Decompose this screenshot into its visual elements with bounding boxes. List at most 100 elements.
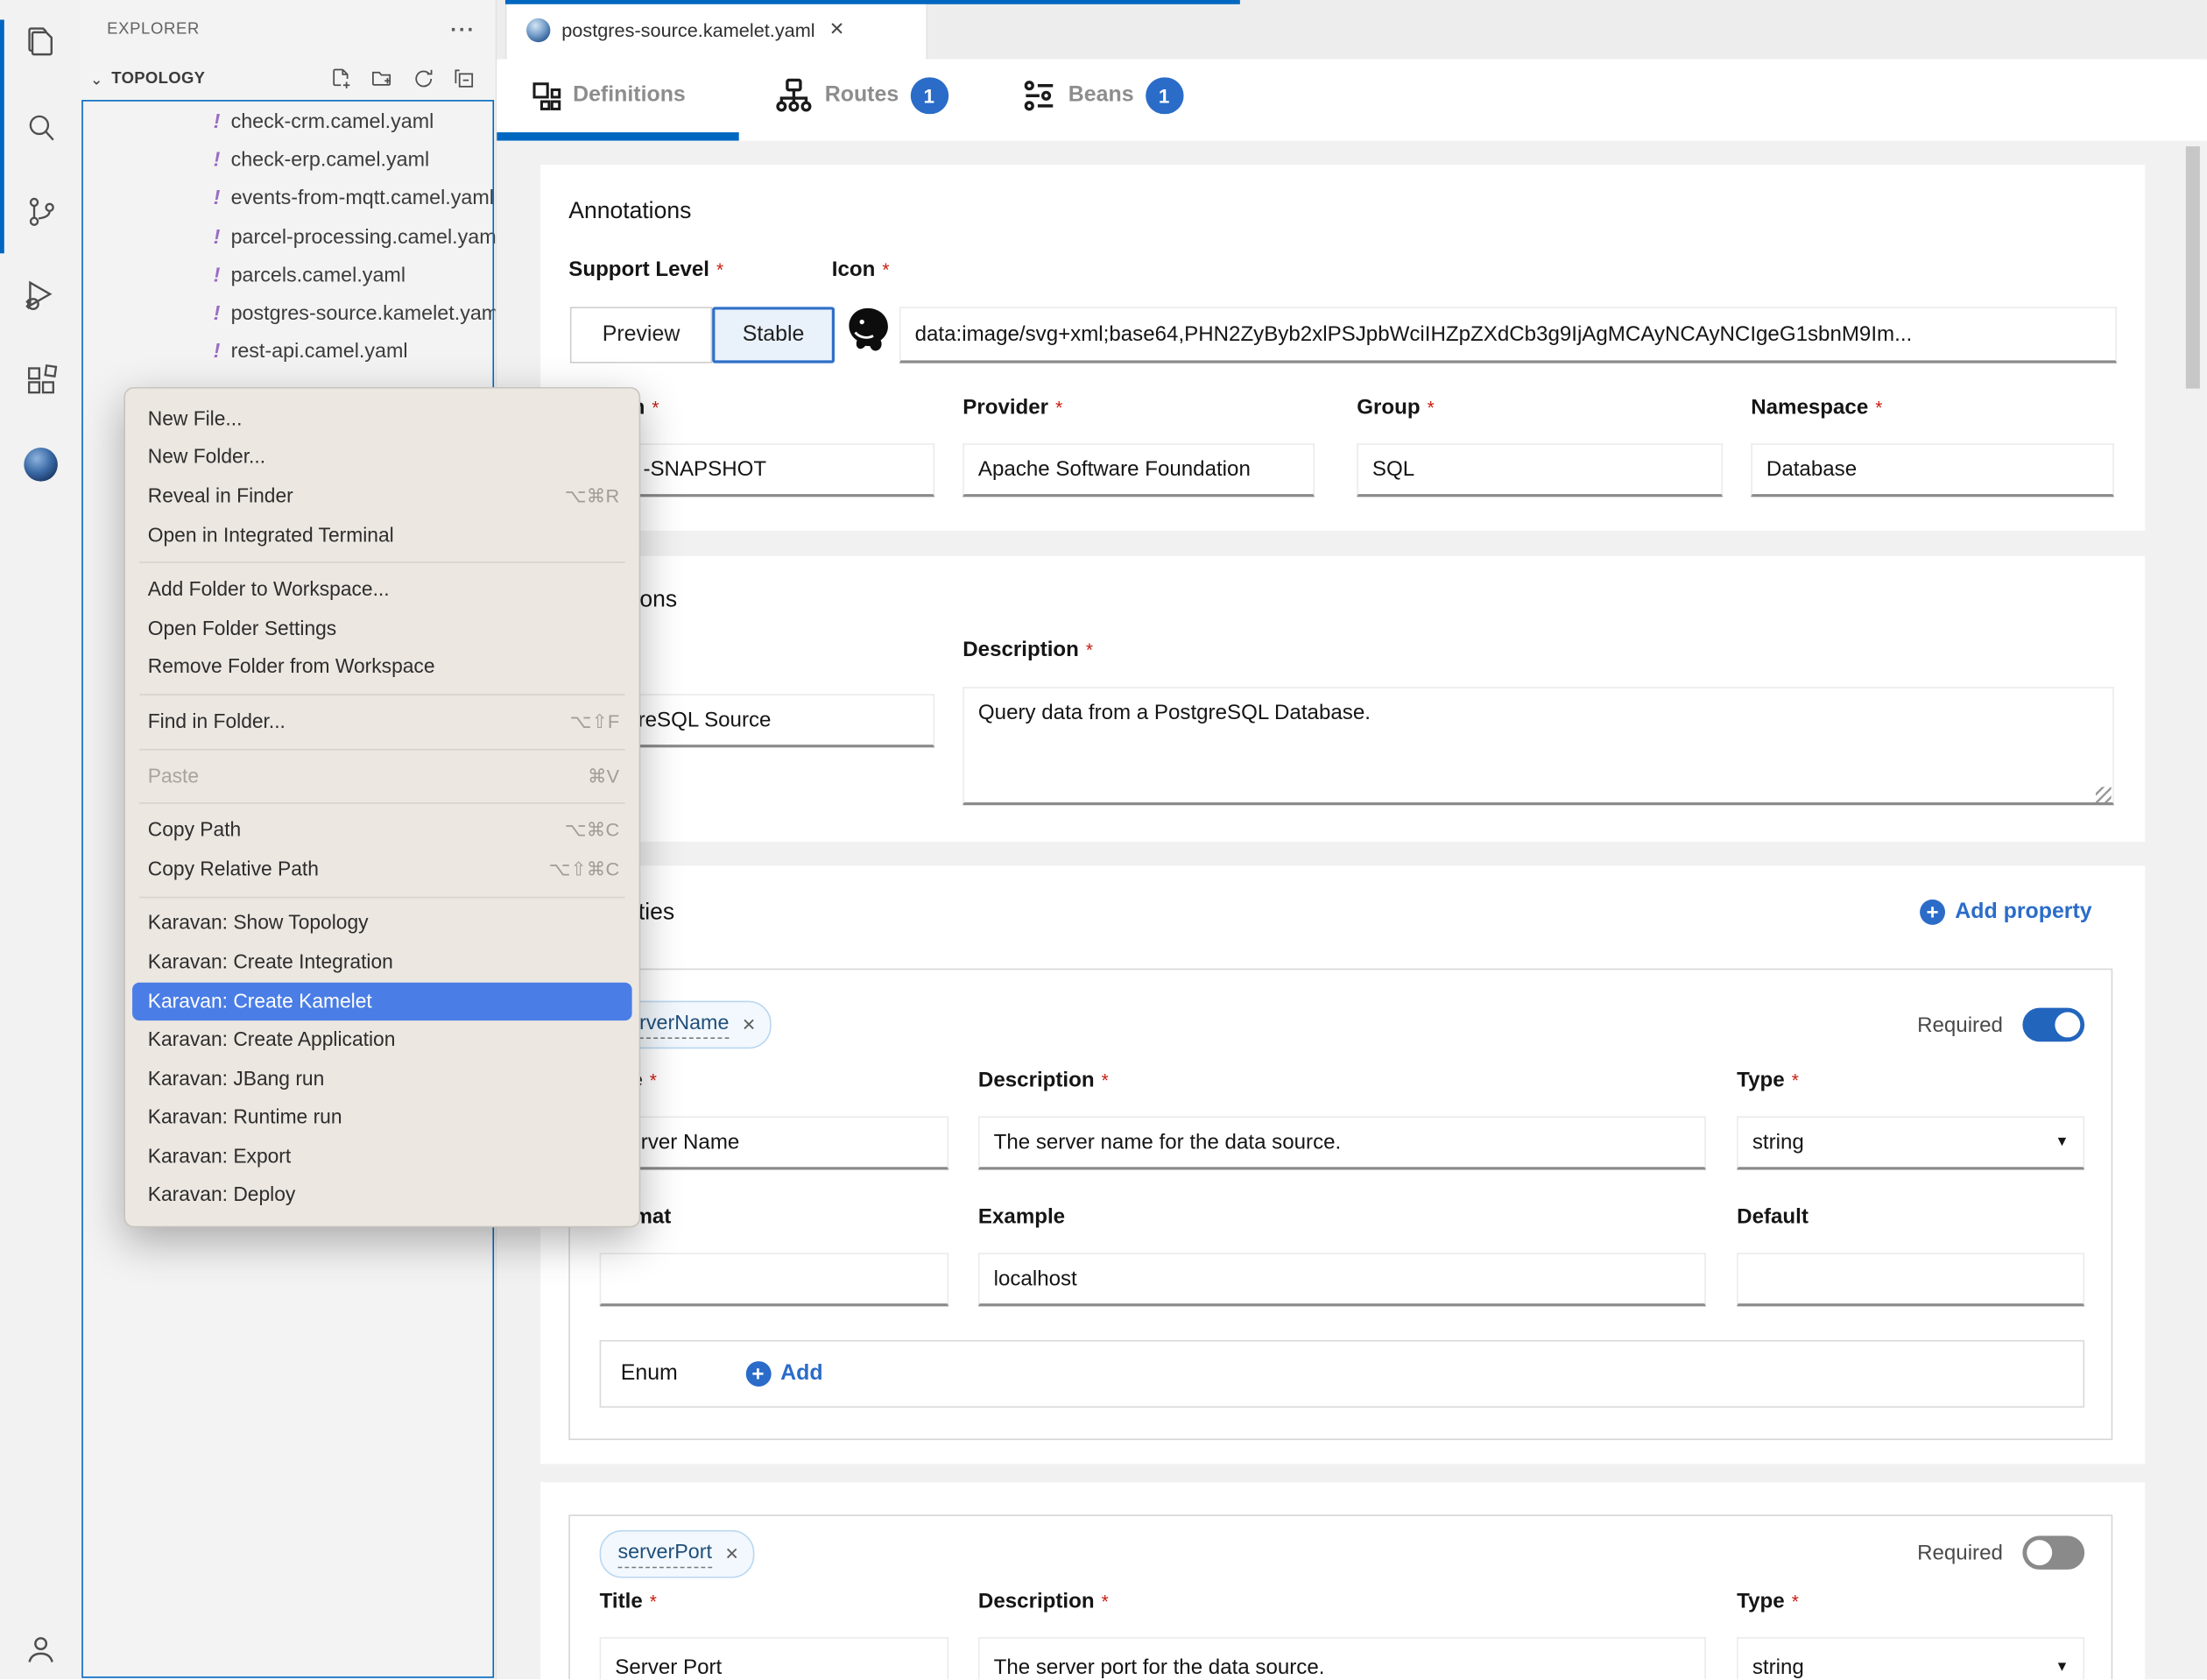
definitions-icon <box>532 81 561 110</box>
collapse-all-icon[interactable] <box>453 67 476 90</box>
menu-new-file[interactable]: New File... <box>125 399 639 438</box>
tab-definitions[interactable]: Definitions <box>532 59 685 132</box>
required-label: Required <box>1917 1013 2003 1036</box>
menu-copy-path[interactable]: Copy Path⌥⌘C <box>125 811 639 850</box>
prop1-example-label: Example <box>978 1205 1065 1231</box>
tab-postgres-source[interactable]: postgres-source.kamelet.yaml ✕ <box>505 0 927 59</box>
required-asterisk: * <box>650 1069 657 1091</box>
required-toggle-off[interactable] <box>2022 1535 2084 1570</box>
prop2-description-label: Description* <box>978 1589 1109 1614</box>
property-card-servername: serverName ✕ Required Title* Description… <box>568 969 2112 1440</box>
required-asterisk: * <box>1086 639 1093 660</box>
menu-karavan-create-kamelet[interactable]: Karavan: Create Kamelet <box>132 982 632 1020</box>
warning-marker: ! <box>206 340 229 363</box>
more-actions-icon[interactable]: ··· <box>450 18 476 41</box>
prop1-type-select[interactable]: string ▼ <box>1737 1116 2084 1169</box>
editor-area: postgres-source.kamelet.yaml ✕ Definitio… <box>496 0 2207 1679</box>
add-property-button[interactable]: + Add property <box>1920 900 2092 925</box>
shortcut: ⌘V <box>588 766 619 788</box>
menu-new-folder[interactable]: New Folder... <box>125 439 639 477</box>
run-debug-icon[interactable] <box>21 276 60 315</box>
support-level-toggle-group: Preview Stable <box>570 307 835 363</box>
description-textarea[interactable]: Query data from a PostgreSQL Database. <box>962 687 2114 805</box>
menu-separator <box>139 896 624 898</box>
menu-open-folder-settings[interactable]: Open Folder Settings <box>125 610 639 648</box>
stable-button[interactable]: Stable <box>712 307 835 363</box>
extensions-icon[interactable] <box>21 360 60 399</box>
explorer-icon[interactable] <box>21 23 60 62</box>
refresh-icon[interactable] <box>412 67 435 90</box>
tab-beans-label: Beans <box>1068 83 1134 109</box>
prop2-title-input[interactable] <box>600 1637 949 1679</box>
prop2-type-select[interactable]: string ▼ <box>1737 1637 2084 1679</box>
group-label: Group* <box>1357 396 1434 421</box>
enum-add-button[interactable]: + Add <box>745 1361 823 1387</box>
remove-chip-icon[interactable]: ✕ <box>742 1015 756 1034</box>
prop1-title-input[interactable] <box>600 1116 949 1169</box>
menu-reveal-in-finder[interactable]: Reveal in Finder⌥⌘R <box>125 477 639 516</box>
tab-beans[interactable]: Beans 1 <box>1022 59 1183 132</box>
chevron-down-icon: ▼ <box>2055 1660 2070 1676</box>
source-control-icon[interactable] <box>21 192 60 231</box>
required-asterisk: * <box>1102 1069 1109 1091</box>
required-asterisk: * <box>1102 1591 1109 1612</box>
menu-separator <box>139 749 624 751</box>
account-icon[interactable] <box>21 1630 60 1669</box>
designer-tab-strip: Definitions Routes 1 Beans 1 <box>497 59 2207 140</box>
close-icon[interactable]: ✕ <box>829 18 845 41</box>
menu-paste[interactable]: Paste⌘V <box>125 757 639 795</box>
menu-karavan-jbang-run[interactable]: Karavan: JBang run <box>125 1060 639 1098</box>
prop1-format-input[interactable] <box>600 1253 949 1306</box>
enum-row: Enum + Add <box>600 1340 2084 1408</box>
new-folder-icon[interactable] <box>370 67 394 90</box>
warning-marker: ! <box>206 226 229 249</box>
menu-add-folder-to-workspace[interactable]: Add Folder to Workspace... <box>125 570 639 609</box>
provider-input[interactable] <box>962 443 1315 497</box>
required-toggle-on[interactable] <box>2022 1008 2084 1042</box>
menu-karavan-runtime-run[interactable]: Karavan: Runtime run <box>125 1098 639 1137</box>
definitions-card: Definitions Title* Description* Query da… <box>540 556 2145 842</box>
tab-routes[interactable]: Routes 1 <box>774 59 948 132</box>
karavan-icon[interactable] <box>21 445 60 484</box>
required-toggle-row: Required <box>1917 1535 2084 1570</box>
search-icon[interactable] <box>21 107 60 146</box>
kamelet-form-content: Annotations Support Level* Icon* Preview… <box>497 141 2207 1680</box>
plus-circle-icon: + <box>745 1361 771 1387</box>
serverport-chip[interactable]: serverPort ✕ <box>600 1530 755 1578</box>
prop1-description-input[interactable] <box>978 1116 1706 1169</box>
menu-karavan-show-topology[interactable]: Karavan: Show Topology <box>125 905 639 943</box>
warning-marker: ! <box>206 187 229 209</box>
group-input[interactable] <box>1357 443 1723 497</box>
menu-karavan-create-integration[interactable]: Karavan: Create Integration <box>125 943 639 982</box>
menu-remove-folder-from-workspace[interactable]: Remove Folder from Workspace <box>125 648 639 687</box>
topology-section-header[interactable]: ⌄ TOPOLOGY <box>88 62 487 96</box>
chevron-down-icon[interactable]: ⌄ <box>90 70 103 88</box>
icon-data-uri-input[interactable] <box>899 307 2117 363</box>
active-view-indicator <box>0 19 4 253</box>
support-level-label: Support Level* <box>568 258 723 283</box>
topology-actions <box>329 67 487 90</box>
prop1-example-input[interactable] <box>978 1253 1706 1306</box>
prop1-default-input[interactable] <box>1737 1253 2084 1306</box>
required-asterisk: * <box>1428 397 1435 418</box>
preview-button[interactable]: Preview <box>570 307 712 363</box>
namespace-input[interactable] <box>1751 443 2114 497</box>
prop2-description-input[interactable] <box>978 1637 1706 1679</box>
required-label: Required <box>1917 1541 2003 1564</box>
toggle-knob <box>2055 1013 2080 1038</box>
remove-chip-icon[interactable]: ✕ <box>724 1544 738 1564</box>
textarea-resize-grip[interactable] <box>2096 787 2112 802</box>
beans-icon <box>1022 79 1057 113</box>
prop1-default-label: Default <box>1737 1205 1809 1231</box>
menu-karavan-create-application[interactable]: Karavan: Create Application <box>125 1021 639 1060</box>
menu-copy-relative-path[interactable]: Copy Relative Path⌥⇧⌘C <box>125 851 639 889</box>
scrollbar-thumb[interactable] <box>2186 146 2200 388</box>
tab-definitions-label: Definitions <box>573 83 686 109</box>
routes-badge: 1 <box>910 77 948 114</box>
menu-karavan-export[interactable]: Karavan: Export <box>125 1138 639 1176</box>
menu-open-in-terminal[interactable]: Open in Integrated Terminal <box>125 516 639 554</box>
menu-karavan-deploy[interactable]: Karavan: Deploy <box>125 1176 639 1215</box>
menu-find-in-folder[interactable]: Find in Folder...⌥⇧F <box>125 702 639 741</box>
menu-separator <box>139 562 624 564</box>
new-file-icon[interactable] <box>329 67 352 90</box>
